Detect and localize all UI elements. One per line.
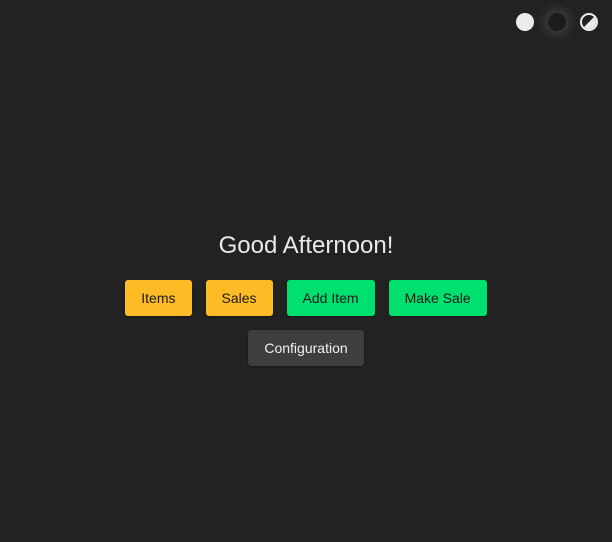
greeting-heading: Good Afternoon! bbox=[218, 232, 394, 259]
light-theme-icon[interactable] bbox=[516, 13, 534, 31]
items-button[interactable]: Items bbox=[125, 280, 192, 316]
theme-switcher bbox=[516, 13, 598, 31]
configuration-button[interactable]: Configuration bbox=[248, 330, 364, 366]
sales-button[interactable]: Sales bbox=[205, 280, 273, 316]
add-item-button[interactable]: Add Item bbox=[286, 280, 375, 316]
make-sale-button[interactable]: Make Sale bbox=[388, 280, 487, 316]
auto-theme-icon[interactable] bbox=[580, 13, 598, 31]
half-contrast-icon bbox=[582, 15, 596, 29]
dark-theme-icon[interactable] bbox=[548, 13, 566, 31]
primary-actions: Items Sales Add Item Make Sale bbox=[125, 280, 487, 316]
secondary-actions: Configuration bbox=[248, 330, 364, 366]
main-panel: Good Afternoon! Items Sales Add Item Mak… bbox=[0, 230, 612, 366]
